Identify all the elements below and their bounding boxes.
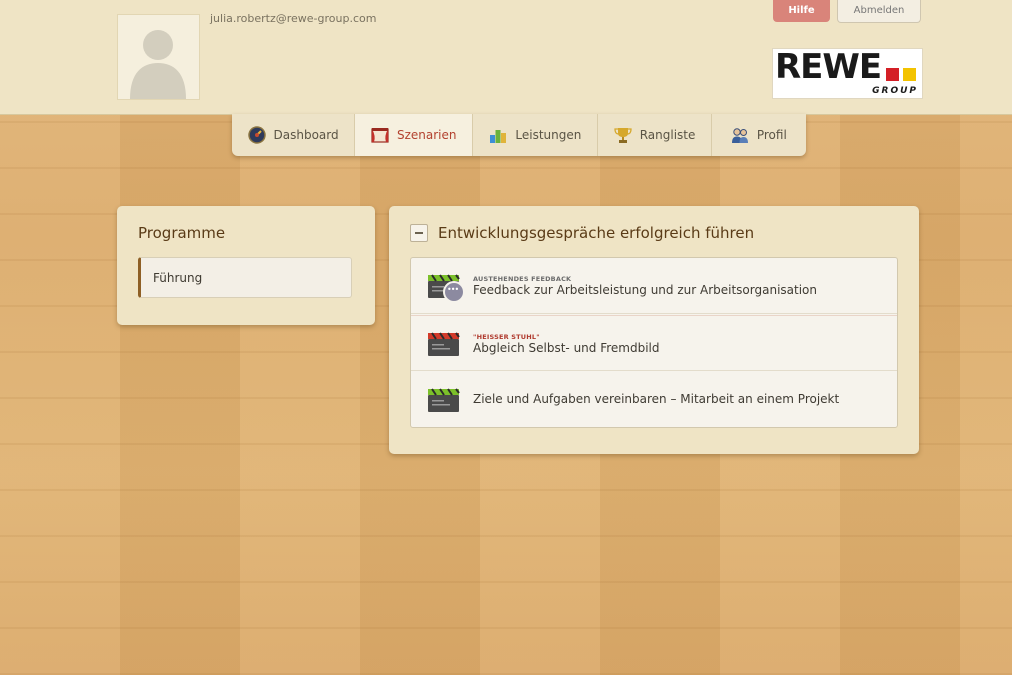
tab-label: Leistungen (515, 128, 582, 142)
scenario-badge: "HEISSER STUHL" (473, 333, 540, 341)
scenario-row[interactable]: "HEISSER STUHL" Abgleich Selbst- und Fre… (411, 315, 897, 371)
bar-chart-icon (490, 130, 507, 143)
dashboard-gauge-icon (247, 126, 266, 144)
header-bar: julia.robertz@rewe-group.com Hilfe Abmel… (0, 0, 1012, 115)
main-nav: Dashboard Szenarien Leistungen Rangliste (232, 114, 806, 156)
logo-subtitle: GROUP (872, 86, 918, 96)
clapperboard-icon (428, 332, 460, 356)
tab-label: Dashboard (273, 128, 339, 142)
help-button[interactable]: Hilfe (773, 0, 830, 22)
scenarios-title: Entwicklungsgespräche erfolgreich führen (438, 224, 755, 242)
logo-wordmark: REWE (775, 47, 882, 87)
scenario-title: Ziele und Aufgaben vereinbaren – Mitarbe… (473, 392, 840, 406)
tab-label: Szenarien (396, 128, 457, 142)
clapperboard-icon (428, 388, 460, 412)
scenario-row[interactable]: AUSTEHENDES FEEDBACK Feedback zur Arbeit… (411, 258, 897, 314)
rewe-group-logo: REWE GROUP (772, 48, 923, 99)
tab-dashboard[interactable]: Dashboard (232, 114, 356, 156)
scenario-badge: AUSTEHENDES FEEDBACK (473, 275, 572, 283)
avatar[interactable] (117, 14, 200, 100)
people-icon (731, 128, 748, 143)
programs-title: Programme (138, 224, 226, 242)
user-email: julia.robertz@rewe-group.com (210, 12, 377, 25)
scenario-row[interactable]: Ziele und Aufgaben vereinbaren – Mitarbe… (411, 372, 897, 428)
pending-feedback-icon (443, 281, 465, 303)
tab-rangliste[interactable]: Rangliste (598, 114, 712, 156)
tab-profil[interactable]: Profil (712, 114, 806, 156)
logo-yellow-square (903, 68, 916, 81)
trophy-icon (614, 128, 632, 143)
program-item-fuehrung[interactable]: Führung (138, 257, 352, 298)
program-label: Führung (153, 270, 203, 285)
scenario-title: Abgleich Selbst- und Fremdbild (473, 341, 660, 355)
tab-label: Profil (756, 128, 787, 142)
logout-button[interactable]: Abmelden (837, 0, 921, 23)
scenario-list: AUSTEHENDES FEEDBACK Feedback zur Arbeit… (410, 257, 898, 428)
avatar-silhouette-icon (130, 30, 186, 99)
theater-stage-icon (371, 128, 389, 143)
collapse-toggle-button[interactable] (410, 224, 428, 242)
tab-leistungen[interactable]: Leistungen (473, 114, 599, 156)
tab-szenarien[interactable]: Szenarien (355, 114, 474, 156)
logo-red-square (886, 68, 899, 81)
scenario-title: Feedback zur Arbeitsleistung und zur Arb… (473, 283, 817, 297)
tab-label: Rangliste (639, 128, 696, 142)
